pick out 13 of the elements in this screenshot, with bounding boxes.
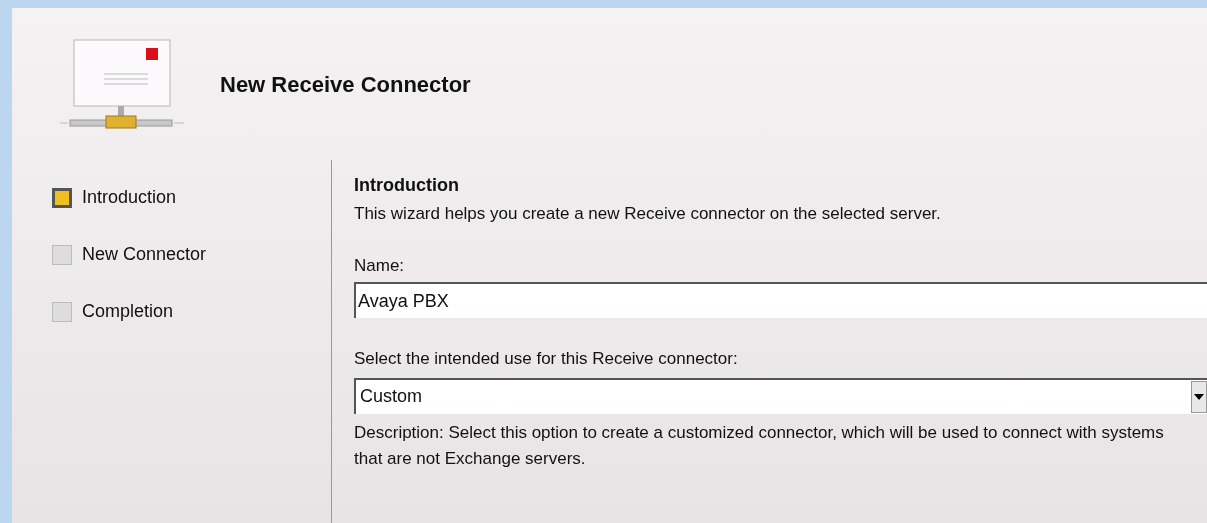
- field-label: Select the intended use for this Receive connector:: [354, 348, 739, 370]
- step-label[interactable]: Completion: [82, 298, 174, 325]
- name-input[interactable]: Avaya PBX: [354, 282, 1207, 318]
- window-title: New Receive Connector: [220, 70, 471, 99]
- step-label[interactable]: Introduction: [82, 184, 177, 211]
- description-text: Description: Select this option to create a customized connector, which will be used to connect with systems that are not Exchange servers.: [354, 421, 1165, 470]
- step-label[interactable]: New Connector: [82, 241, 207, 268]
- intro-text: This wizard helps you create a new Receive connector on the selected server.: [354, 203, 942, 225]
- dropdown-value: Custom: [360, 385, 422, 408]
- use-dropdown[interactable]: Custom: [354, 377, 1207, 414]
- section-heading: Introduction: [354, 174, 460, 197]
- mail-connector-icon: [60, 38, 184, 130]
- field-label: Name:: [354, 254, 406, 277]
